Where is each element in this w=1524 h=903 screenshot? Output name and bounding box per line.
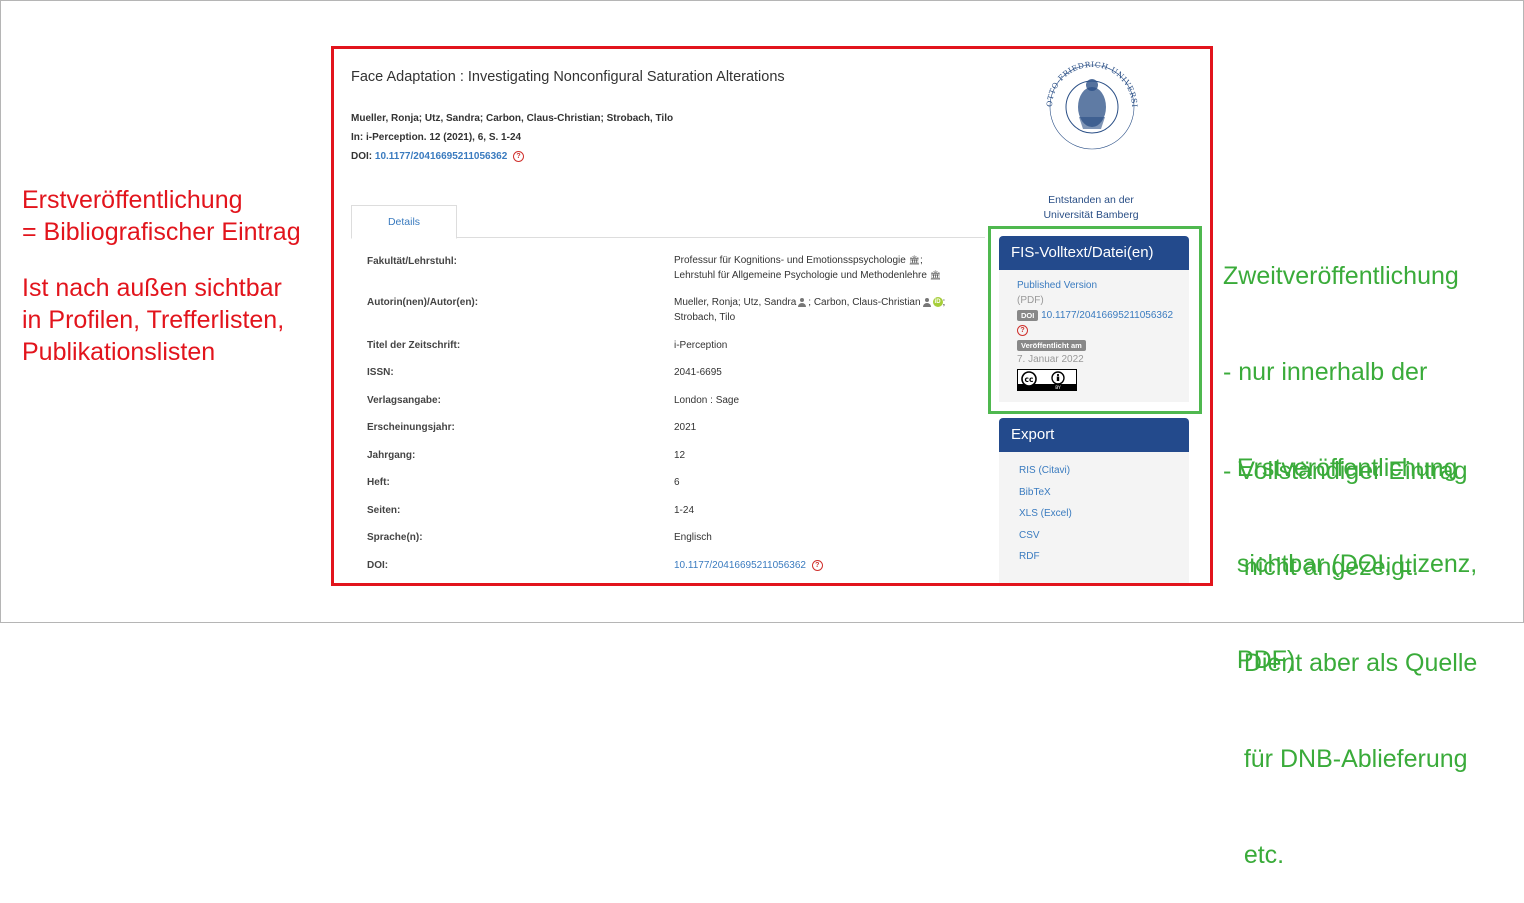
doi-link[interactable]: 10.1177/20416695211056362	[674, 560, 806, 571]
record-doi: DOI: 10.1177/20416695211056362 ?	[351, 151, 525, 163]
journal-value: i-Perception	[674, 340, 728, 351]
authors-label: Autorin(nen)/Autor(en):	[367, 297, 479, 308]
issn-value: 2041-6695	[674, 367, 722, 378]
institution-icon: 🏛	[929, 270, 942, 280]
record-authors: Mueller, Ronja; Utz, Sandra; Carbon, Cla…	[351, 113, 674, 124]
doi-link[interactable]: 10.1177/20416695211056362	[375, 151, 507, 162]
origin-note: Entstanden an der Universität Bamberg	[1021, 193, 1161, 223]
annotation-line: Publikationslisten	[22, 338, 216, 366]
author-link[interactable]: ; Carbon, Claus-Christian	[808, 297, 920, 308]
faculty-label: Fakultät/Lehrstuhl:	[367, 256, 458, 267]
issue-label: Heft:	[367, 477, 390, 488]
annotation-line: in Profilen, Trefferlisten,	[22, 306, 285, 334]
export-panel-heading: Export	[999, 418, 1189, 452]
faculty-line[interactable]: Lehrstuhl für Allgemeine Psychologie und…	[674, 270, 927, 281]
year-label: Erscheinungsjahr:	[367, 422, 455, 433]
university-seal-logo: OTTO-FRIEDRICH-UNIVERSITÄT BAMBERG	[1033, 55, 1139, 150]
person-icon	[922, 297, 931, 307]
export-rdf[interactable]: RDF	[1019, 551, 1040, 562]
doi-row-value: 10.1177/20416695211056362 ?	[674, 558, 823, 573]
export-xls[interactable]: XLS (Excel)	[1019, 508, 1072, 519]
authors-value: Mueller, Ronja; Utz, Sandra ; Carbon, Cla…	[674, 297, 946, 325]
issn-label: ISSN:	[367, 367, 394, 378]
fulltext-highlight-box	[988, 226, 1202, 414]
language-label: Sprache(n):	[367, 532, 423, 543]
record-source: In: i-Perception. 12 (2021), 6, S. 1-24	[351, 132, 522, 143]
annotation-first-publication: Erstveröffentlichung = Bibliografischer …	[22, 184, 301, 248]
doi-row-label: DOI:	[367, 560, 389, 571]
annotation-line: Erstveröffentlichung	[22, 186, 243, 214]
language-value: Englisch	[674, 532, 712, 543]
publisher-value: London : Sage	[674, 395, 740, 406]
annotation-heading: Zweitveröffentlichung	[1223, 262, 1459, 290]
annotation-line: - nur innerhalb der	[1223, 358, 1428, 386]
annotation-line: = Bibliografischer Eintrag	[22, 218, 301, 246]
institution-icon: 🏛	[908, 255, 921, 265]
annotation-line: für DNB-Ablieferung	[1223, 745, 1468, 773]
annotation-line: etc.	[1223, 841, 1285, 869]
export-csv[interactable]: CSV	[1019, 530, 1040, 541]
journal-label: Titel der Zeitschrift:	[367, 340, 461, 351]
origin-line: Universität Bamberg	[1043, 209, 1139, 221]
publisher-label: Verlagsangabe:	[367, 395, 441, 406]
author-link[interactable]: Strobach, Tilo	[674, 310, 945, 325]
volume-value: 12	[674, 450, 686, 461]
faculty-value: Professur für Kognitions- und Emotionssp…	[674, 255, 942, 281]
annotation-line: Ist nach außen sichtbar	[22, 274, 282, 302]
annotation-visibility: Ist nach außen sichtbar in Profilen, Tre…	[22, 272, 284, 368]
tab-details[interactable]: Details	[351, 205, 457, 239]
volume-label: Jahrgang:	[367, 450, 416, 461]
year-value: 2021	[674, 422, 697, 433]
help-icon[interactable]: ?	[513, 151, 525, 162]
doi-label: DOI:	[351, 151, 373, 163]
annotation-full-entry: - Vollständiger Eintrag nicht angezeigt.…	[1223, 391, 1477, 903]
export-ris[interactable]: RIS (Citavi)	[1019, 465, 1070, 476]
annotation-line: - Vollständiger Eintrag	[1223, 457, 1468, 485]
record-title: Face Adaptation : Investigating Nonconfi…	[351, 69, 785, 85]
orcid-icon[interactable]: iD	[932, 297, 943, 308]
faculty-line[interactable]: Professur für Kognitions- und Emotionssp…	[674, 255, 906, 266]
author-link[interactable]: Mueller, Ronja; Utz, Sandra	[674, 297, 796, 308]
person-icon	[798, 297, 807, 307]
issue-value: 6	[674, 477, 680, 488]
export-bibtex[interactable]: BibTeX	[1019, 487, 1051, 498]
annotation-line: Dient aber als Quelle	[1223, 649, 1478, 677]
pages-value: 1-24	[674, 505, 695, 516]
help-icon[interactable]: ?	[811, 559, 823, 571]
annotation-line: nicht angezeigt.	[1223, 553, 1419, 581]
origin-line: Entstanden an der	[1048, 194, 1134, 206]
pages-label: Seiten:	[367, 505, 401, 516]
